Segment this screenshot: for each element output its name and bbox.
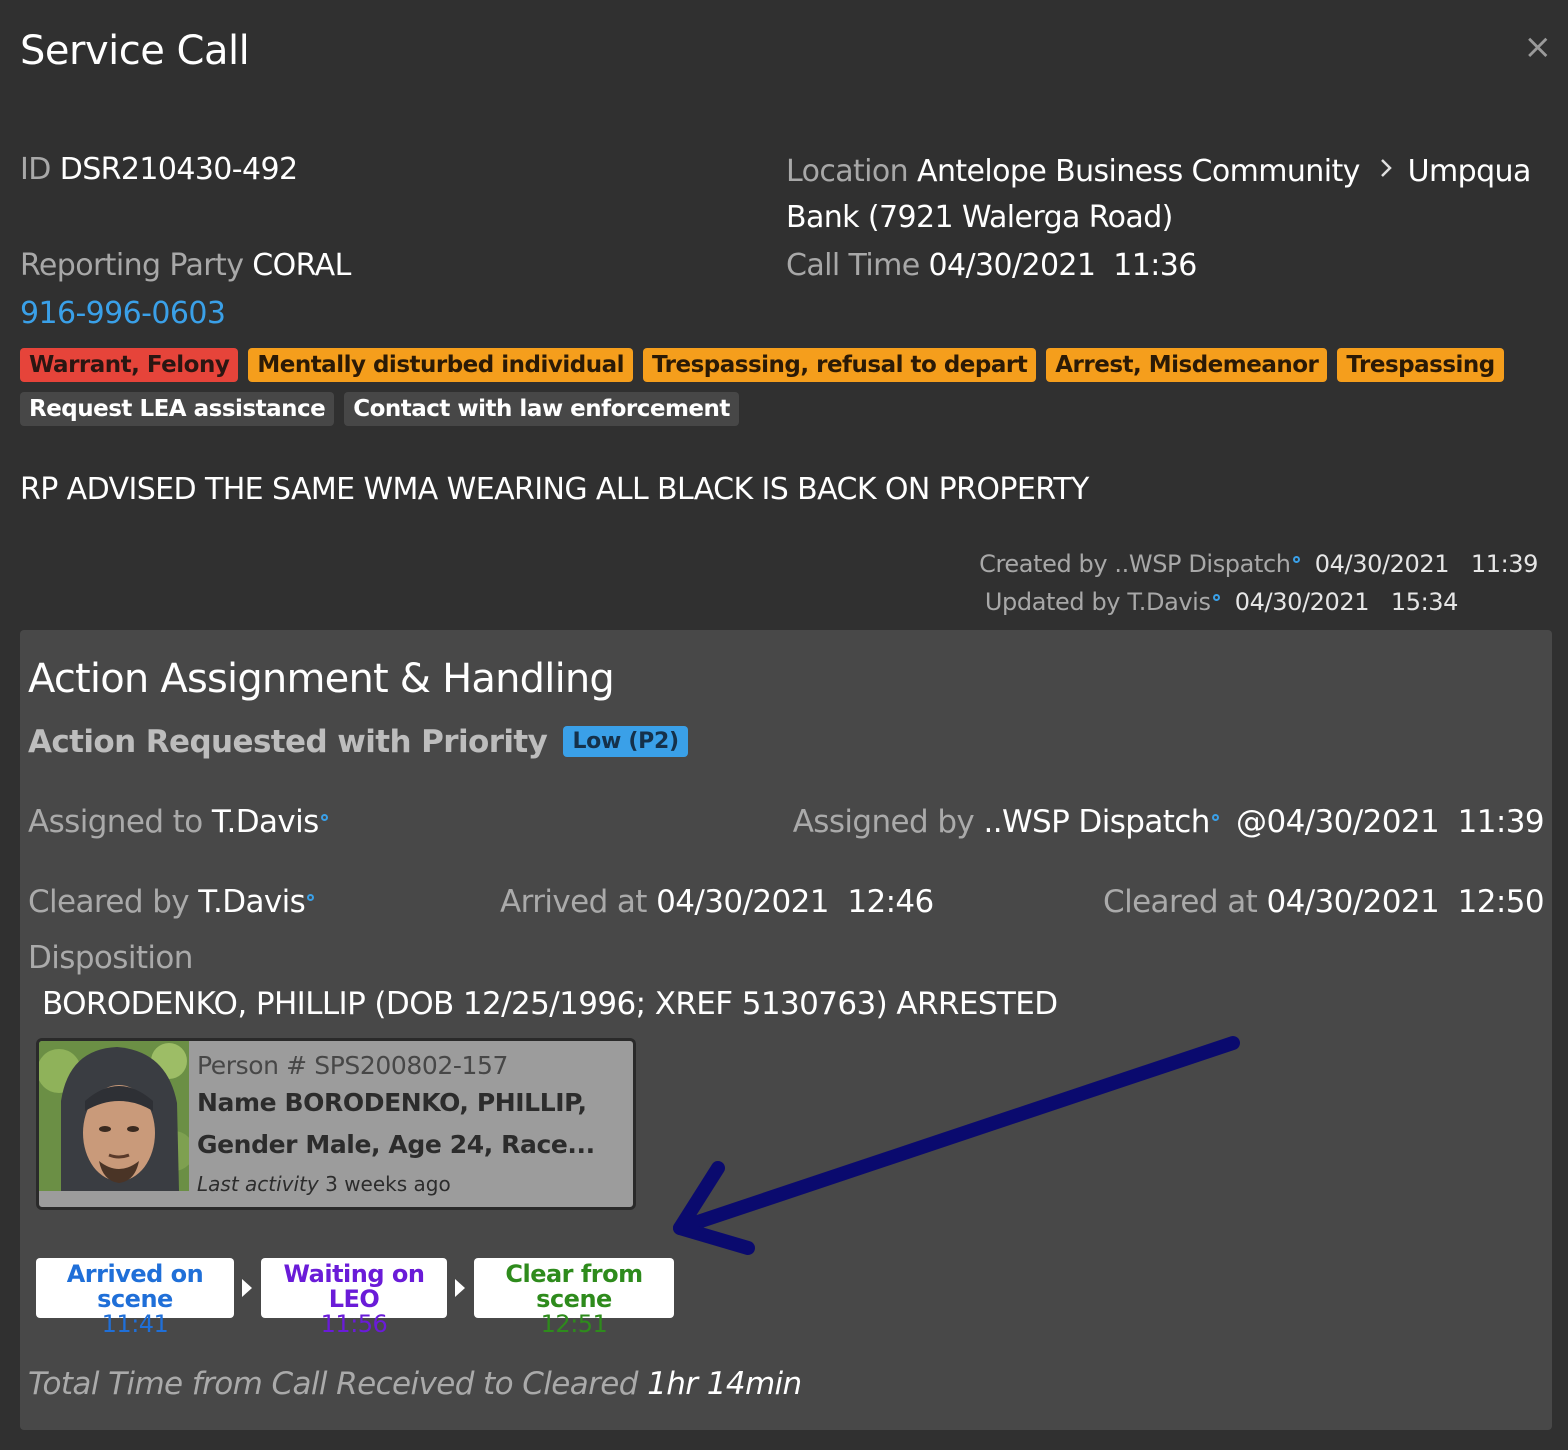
- created-info: Created by ..WSP Dispatch 04/30/2021 11:…: [979, 550, 1538, 578]
- person-last-activity: Last activity 3 weeks ago: [197, 1172, 595, 1196]
- assigned-to-label: Assigned to: [28, 804, 203, 840]
- cleared-at: Cleared at 04/30/2021 12:50: [1103, 884, 1545, 920]
- reporting-party-label: Reporting Party: [20, 248, 244, 283]
- disposition-label-text: Disposition: [28, 940, 193, 976]
- assigned-by: Assigned by ..WSP Dispatch @04/30/2021 1…: [792, 804, 1545, 840]
- person-number-value: SPS200802-157: [314, 1051, 509, 1080]
- step-separator-icon: [455, 1279, 465, 1297]
- status-dot-icon: [307, 893, 315, 901]
- status-dot-icon: [1212, 594, 1220, 601]
- step-time: 11:56: [320, 1310, 388, 1338]
- person-summary-line2: Gender Male, Age 24, Race...: [197, 1130, 595, 1159]
- location-label: Location: [786, 154, 909, 189]
- person-info: Person # SPS200802-157 Name BORODENKO, P…: [197, 1051, 595, 1196]
- updated-label: Updated by: [984, 588, 1121, 616]
- assigned-at-prefix: @: [1236, 804, 1267, 840]
- updated-time: 15:34: [1390, 588, 1459, 616]
- step-clear-from-scene[interactable]: Clear from scene 12:51: [474, 1258, 674, 1337]
- call-time: Call Time 04/30/2021 11:36: [786, 248, 1197, 283]
- assigned-to-value[interactable]: T.Davis: [212, 804, 319, 840]
- person-summary-line1: Name BORODENKO, PHILLIP,: [197, 1088, 587, 1117]
- location-area[interactable]: Antelope Business Community: [917, 154, 1360, 189]
- tag-contact-law-enforcement: Contact with law enforcement: [344, 392, 739, 426]
- total-time-label: Total Time from Call Received to Cleared: [28, 1366, 638, 1402]
- person-card[interactable]: Person # SPS200802-157 Name BORODENKO, P…: [36, 1038, 636, 1210]
- location-site-line2[interactable]: Bank (7921 Walerga Road): [786, 200, 1173, 235]
- tag-request-lea: Request LEA assistance: [20, 392, 335, 426]
- step-separator-icon: [242, 1279, 252, 1297]
- cleared-by-label: Cleared by: [28, 884, 190, 920]
- dialog-title: Service Call: [20, 28, 250, 74]
- close-icon[interactable]: ×: [1524, 30, 1553, 64]
- call-description: RP ADVISED THE SAME WMA WEARING ALL BLAC…: [20, 472, 1089, 507]
- step-label: Waiting on LEO: [283, 1260, 425, 1313]
- chevron-right-icon: [1379, 152, 1393, 187]
- person-number: Person # SPS200802-157: [197, 1051, 595, 1080]
- created-time: 11:39: [1470, 550, 1539, 578]
- tag-trespassing: Trespassing: [1337, 348, 1504, 382]
- step-arrived-on-scene[interactable]: Arrived on scene 11:41: [36, 1258, 234, 1337]
- arrived-at-label: Arrived at: [500, 884, 647, 920]
- tag-arrest-misdemeanor: Arrest, Misdemeanor: [1046, 348, 1328, 382]
- arrived-date: 04/30/2021: [656, 884, 829, 920]
- action-requested-label: Action Requested with Priority: [28, 724, 548, 760]
- cleared-by: Cleared by T.Davis: [28, 884, 322, 920]
- call-id-value: DSR210430-492: [59, 152, 298, 187]
- step-time: 12:51: [540, 1310, 608, 1338]
- call-tags: Warrant, Felony Mentally disturbed indiv…: [20, 348, 1550, 426]
- call-time-label: Call Time: [786, 248, 920, 283]
- disposition-label: Disposition: [28, 940, 193, 976]
- call-time-date: 04/30/2021: [928, 248, 1097, 283]
- step-waiting-on-leo[interactable]: Waiting on LEO 11:56: [261, 1258, 447, 1337]
- tag-trespassing-refusal: Trespassing, refusal to depart: [642, 348, 1037, 382]
- assigned-date: 04/30/2021: [1266, 804, 1440, 840]
- call-id-label: ID: [20, 152, 51, 187]
- total-time: Total Time from Call Received to Cleared…: [28, 1366, 802, 1402]
- action-panel-title: Action Assignment & Handling: [28, 656, 615, 702]
- cleared-at-label: Cleared at: [1103, 884, 1258, 920]
- action-requested: Action Requested with Priority Low (P2): [28, 724, 688, 760]
- updated-date: 04/30/2021: [1234, 588, 1370, 616]
- tag-warrant-felony: Warrant, Felony: [20, 348, 239, 382]
- status-timeline: Arrived on scene 11:41 Waiting on LEO 11…: [36, 1258, 674, 1337]
- step-label: Clear from scene: [505, 1260, 643, 1313]
- priority-badge: Low (P2): [563, 726, 688, 757]
- cleared-time: 12:50: [1457, 884, 1545, 920]
- status-dot-icon: [320, 813, 328, 821]
- call-time-time: 11:36: [1113, 248, 1197, 283]
- last-activity-label: Last activity: [197, 1172, 319, 1196]
- person-photo: [39, 1041, 189, 1191]
- assigned-by-value[interactable]: ..WSP Dispatch: [983, 804, 1210, 840]
- updated-by[interactable]: T.Davis: [1127, 588, 1211, 616]
- created-date: 04/30/2021: [1314, 550, 1450, 578]
- status-dot-icon: [1292, 556, 1300, 563]
- arrived-time: 12:46: [847, 884, 934, 920]
- arrived-at: Arrived at 04/30/2021 12:46: [500, 884, 934, 920]
- reporting-party: Reporting Party CORAL: [20, 248, 351, 283]
- step-label: Arrived on scene: [66, 1260, 204, 1313]
- assigned-time: 11:39: [1457, 804, 1545, 840]
- created-by[interactable]: ..WSP Dispatch: [1114, 550, 1291, 578]
- last-activity-value: 3 weeks ago: [325, 1172, 451, 1196]
- assigned-by-label: Assigned by: [792, 804, 975, 840]
- total-time-value: 1hr 14min: [647, 1366, 802, 1402]
- created-label: Created by: [979, 550, 1108, 578]
- cleared-by-value[interactable]: T.Davis: [198, 884, 305, 920]
- person-number-label: Person #: [197, 1051, 307, 1080]
- location-site-line1[interactable]: Umpqua: [1408, 154, 1532, 189]
- status-dot-icon: [1211, 813, 1219, 821]
- location: Location Antelope Business Community Ump…: [786, 152, 1531, 189]
- tag-mentally-disturbed: Mentally disturbed individual: [248, 348, 633, 382]
- disposition-text: BORODENKO, PHILLIP (DOB 12/25/1996; XREF…: [42, 986, 1058, 1022]
- cleared-date: 04/30/2021: [1266, 884, 1440, 920]
- step-time: 11:41: [101, 1310, 169, 1338]
- reporting-party-value: CORAL: [252, 248, 351, 283]
- action-panel: Action Assignment & Handling Action Requ…: [20, 630, 1552, 1430]
- call-id: ID DSR210430-492: [20, 152, 298, 187]
- phone-link[interactable]: 916-996-0603: [20, 296, 226, 331]
- updated-info: Updated by T.Davis 04/30/2021 15:34: [984, 588, 1459, 616]
- assigned-to: Assigned to T.Davis: [28, 804, 336, 840]
